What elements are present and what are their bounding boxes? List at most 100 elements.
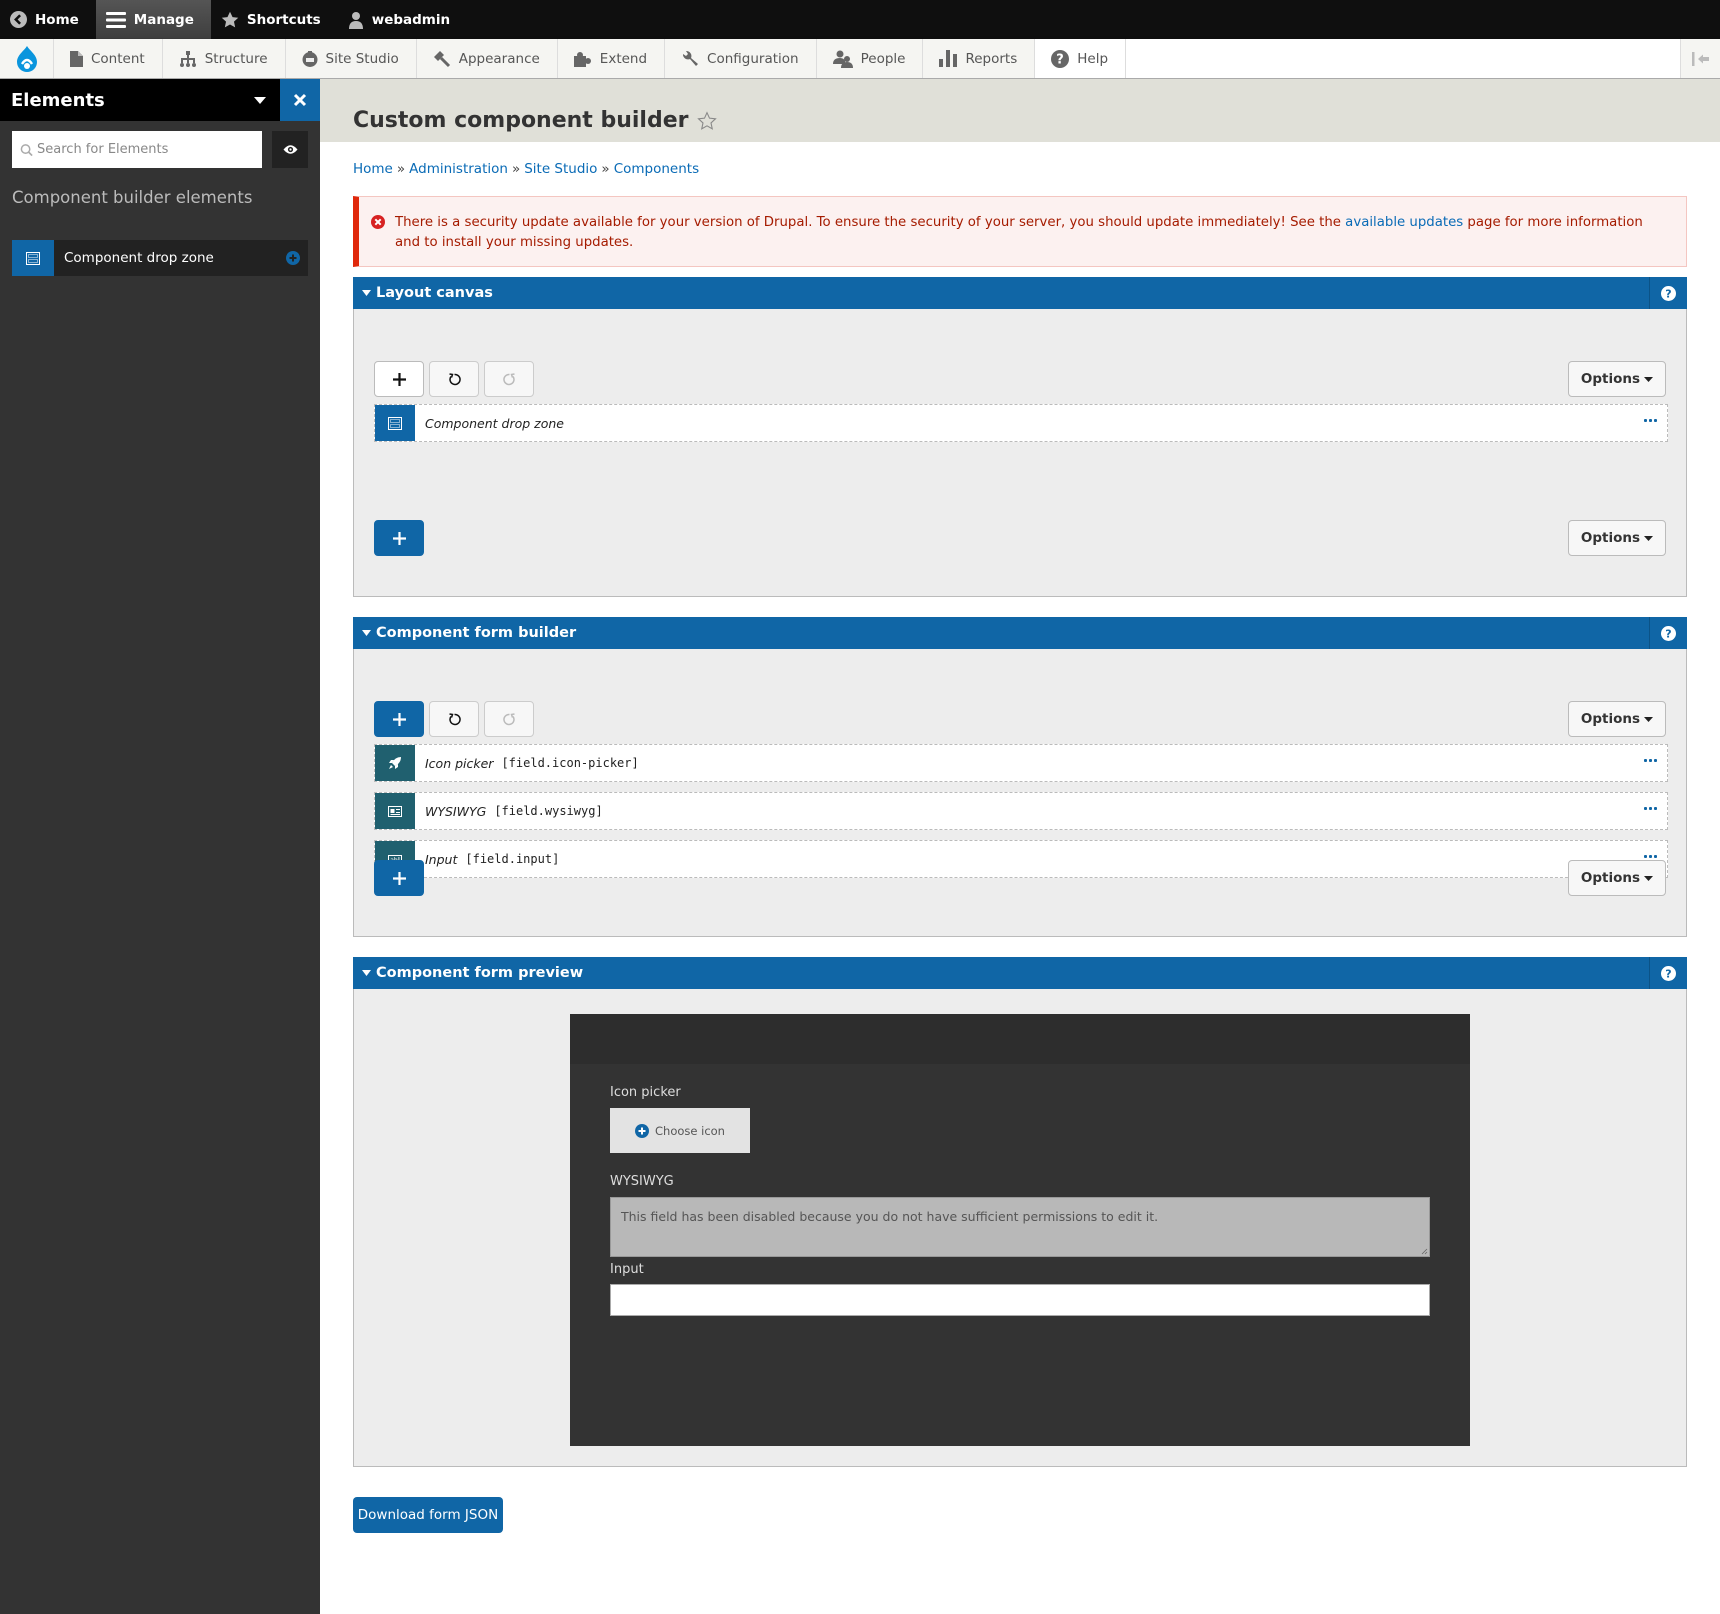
form-preview-header[interactable]: Component form preview ? xyxy=(353,957,1687,989)
eye-icon xyxy=(283,145,297,154)
toggle-visibility-button[interactable] xyxy=(272,131,308,168)
breadcrumb-site-studio[interactable]: Site Studio xyxy=(524,161,597,177)
add-field-button[interactable] xyxy=(374,701,424,737)
caret-down-icon xyxy=(254,96,266,104)
nav-item-appearance[interactable]: Appearance xyxy=(416,39,558,78)
toolbar-manage[interactable]: Manage xyxy=(95,0,211,39)
panel-help-button[interactable]: ? xyxy=(1649,617,1687,649)
field-more-menu[interactable] xyxy=(1644,855,1657,858)
star-outline-icon[interactable] xyxy=(696,110,717,131)
element-name: Component drop zone xyxy=(425,415,564,431)
form-field-input[interactable]: ab Input [field.input] xyxy=(374,840,1668,878)
options-dropdown-bottom[interactable]: Options xyxy=(1568,520,1666,556)
nav-item-label: Content xyxy=(91,50,145,67)
sidebar-element-component-drop-zone[interactable]: Component drop zone xyxy=(12,240,308,276)
panel-title: Component form preview xyxy=(376,965,584,981)
help-icon: ? xyxy=(1661,625,1676,641)
element-more-menu[interactable] xyxy=(1644,419,1657,422)
panel-help-button[interactable]: ? xyxy=(1649,957,1687,989)
nav-item-configuration[interactable]: Configuration xyxy=(665,39,817,78)
search-icon xyxy=(20,143,33,156)
undo-button[interactable] xyxy=(429,701,479,737)
add-element-button[interactable] xyxy=(278,251,308,265)
nav-item-label: Appearance xyxy=(458,50,540,67)
nav-item-people[interactable]: People xyxy=(816,39,924,78)
form-builder-header[interactable]: Component form builder ? xyxy=(353,617,1687,649)
toolbar-home[interactable]: Home xyxy=(0,0,96,39)
breadcrumb-home[interactable]: Home xyxy=(353,161,393,177)
available-updates-link[interactable]: available updates xyxy=(1345,215,1463,230)
plus-icon xyxy=(392,871,406,885)
help-icon: ? xyxy=(1661,285,1676,301)
plus-icon xyxy=(392,531,406,545)
download-form-json-button[interactable]: Download form JSON xyxy=(353,1497,503,1533)
wrench-icon xyxy=(683,50,699,66)
security-alert: There is a security update available for… xyxy=(353,196,1687,267)
resize-grip-icon[interactable] xyxy=(1421,1248,1428,1255)
breadcrumb-components[interactable]: Components xyxy=(614,161,699,177)
nav-item-content[interactable]: Content xyxy=(54,39,163,78)
form-field-icon-picker[interactable]: Icon picker [field.icon-picker] xyxy=(374,744,1668,782)
hamburger-icon xyxy=(105,11,126,28)
panel-title: Component form builder xyxy=(376,625,577,641)
options-dropdown-bottom[interactable]: Options xyxy=(1568,860,1666,896)
panel-help-button[interactable]: ? xyxy=(1649,277,1687,309)
drupal-logo[interactable] xyxy=(0,39,54,78)
icon-picker-label: Icon picker xyxy=(610,1085,681,1100)
collapse-left-icon xyxy=(1691,51,1709,66)
toolbar-orientation-toggle[interactable] xyxy=(1680,39,1720,78)
nav-item-reports[interactable]: Reports xyxy=(923,39,1036,78)
undo-button[interactable] xyxy=(429,361,479,397)
drop-zone-icon xyxy=(388,416,402,430)
error-icon xyxy=(371,215,385,229)
sitemap-icon xyxy=(179,50,196,67)
nav-item-site-studio[interactable]: Site Studio xyxy=(285,39,417,78)
paintbrush-icon xyxy=(433,50,450,67)
caret-down-icon xyxy=(1644,376,1654,382)
star-icon xyxy=(221,11,239,27)
field-more-menu[interactable] xyxy=(1644,807,1657,810)
redo-button[interactable] xyxy=(484,701,534,737)
caret-down-icon xyxy=(1644,716,1654,722)
nav-item-label: Help xyxy=(1077,50,1109,67)
field-more-menu[interactable] xyxy=(1644,759,1657,762)
collapse-triangle-icon xyxy=(361,630,371,636)
field-name: WYSIWYG xyxy=(425,803,487,819)
choose-icon-button[interactable]: Choose icon xyxy=(610,1108,750,1153)
choose-icon-label: Choose icon xyxy=(655,1123,725,1138)
sidebar-dropdown-toggle[interactable] xyxy=(240,96,280,104)
back-chevron-icon xyxy=(10,11,27,28)
nav-item-label: Reports xyxy=(965,50,1018,67)
add-element-bottom-button[interactable] xyxy=(374,520,424,556)
field-machine-name: [field.input] xyxy=(465,852,560,866)
add-element-button[interactable] xyxy=(374,361,424,397)
layout-canvas-header[interactable]: Layout canvas ? xyxy=(353,277,1687,309)
field-machine-name: [field.wysiwyg] xyxy=(494,804,603,818)
options-dropdown-top[interactable]: Options xyxy=(1568,701,1666,737)
help-icon: ? xyxy=(1051,49,1070,68)
search-elements-input[interactable] xyxy=(37,142,262,157)
field-name: Icon picker xyxy=(425,755,494,771)
nav-item-extend[interactable]: Extend xyxy=(557,39,666,78)
breadcrumb-administration[interactable]: Administration xyxy=(409,161,508,177)
drop-zone-icon xyxy=(26,251,40,265)
input-field[interactable] xyxy=(610,1284,1430,1316)
options-dropdown-top[interactable]: Options xyxy=(1568,361,1666,397)
toolbar-shortcuts-label: Shortcuts xyxy=(246,11,321,28)
sidebar-close-button[interactable] xyxy=(280,79,320,121)
plus-circle-icon xyxy=(286,251,300,265)
canvas-element-component-drop-zone[interactable]: Component drop zone xyxy=(374,404,1668,442)
add-field-bottom-button[interactable] xyxy=(374,860,424,896)
toolbar-user[interactable]: webadmin xyxy=(338,0,467,39)
form-field-wysiwyg[interactable]: WYSIWYG [field.wysiwyg] xyxy=(374,792,1668,830)
rocket-icon xyxy=(389,757,401,769)
undo-icon xyxy=(448,712,461,725)
sidebar-title: Elements xyxy=(11,89,105,111)
panel-title: Layout canvas xyxy=(376,285,493,301)
nav-item-help[interactable]: ? Help xyxy=(1035,39,1127,78)
toolbar-shortcuts[interactable]: Shortcuts xyxy=(211,0,338,39)
nav-item-label: People xyxy=(860,50,906,67)
breadcrumb: Home» Administration» Site Studio» Componen… xyxy=(353,161,700,177)
redo-button[interactable] xyxy=(484,361,534,397)
nav-item-structure[interactable]: Structure xyxy=(162,39,286,78)
